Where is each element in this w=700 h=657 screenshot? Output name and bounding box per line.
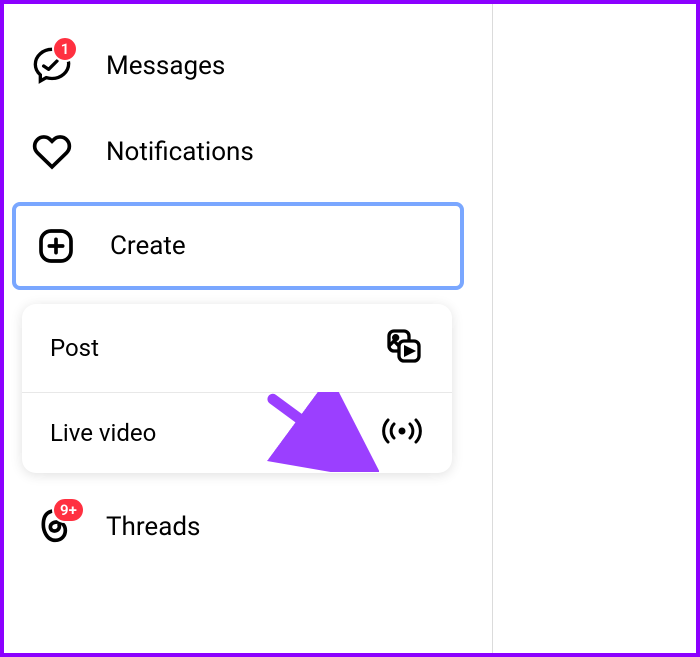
- threads-badge: 9+: [52, 497, 85, 523]
- create-option-post-label: Post: [50, 334, 99, 362]
- create-option-post[interactable]: Post: [22, 304, 452, 392]
- create-plus-icon: [36, 226, 84, 266]
- threads-icon: 9+: [32, 507, 80, 547]
- heart-icon: [32, 132, 80, 172]
- sidebar: 1 Messages Notifications Create Post: [4, 4, 464, 563]
- nav-item-threads[interactable]: 9+ Threads: [12, 491, 464, 563]
- messages-badge: 1: [52, 36, 78, 62]
- create-option-live-label: Live video: [50, 419, 156, 447]
- create-option-live[interactable]: Live video: [22, 392, 452, 473]
- nav-item-create[interactable]: Create: [12, 202, 464, 290]
- nav-label-notifications: Notifications: [106, 137, 254, 167]
- nav-label-create: Create: [110, 231, 186, 261]
- create-dropdown: Post Live video: [22, 304, 452, 473]
- nav-label-threads: Threads: [106, 512, 200, 542]
- messages-icon: 1: [32, 46, 80, 86]
- sidebar-divider: [492, 4, 493, 653]
- media-icon: [384, 326, 424, 370]
- nav-item-notifications[interactable]: Notifications: [12, 116, 464, 188]
- nav-label-messages: Messages: [106, 51, 225, 81]
- live-broadcast-icon: [380, 415, 424, 451]
- nav-item-messages[interactable]: 1 Messages: [12, 30, 464, 102]
